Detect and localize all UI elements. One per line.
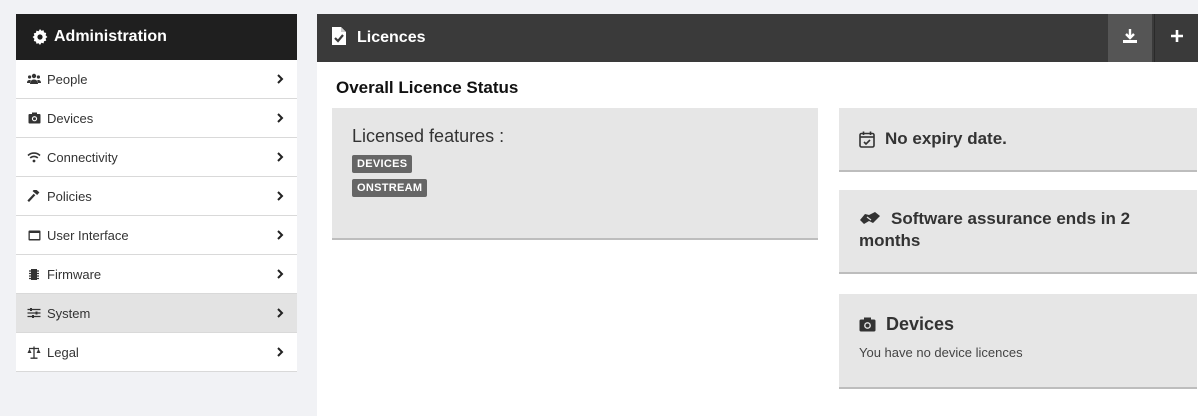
licence-file-icon [331, 26, 347, 51]
sidebar-item-user-interface[interactable]: User Interface [16, 216, 297, 255]
handshake-icon [859, 210, 881, 226]
assurance-text: Software assurance ends in 2 months [859, 209, 1131, 250]
chevron-right-icon [275, 191, 285, 201]
plus-icon [1170, 29, 1184, 48]
licences-header: Licences [317, 14, 1198, 62]
sidebar-item-connectivity[interactable]: Connectivity [16, 138, 297, 177]
download-icon [1122, 28, 1138, 49]
sidebar-title: Administration [54, 28, 167, 45]
calendar-check-icon [859, 131, 875, 148]
scales-icon [27, 345, 41, 359]
sidebar-item-label: System [47, 305, 91, 321]
sidebar-item-label: People [47, 71, 88, 87]
sidebar-item-label: Legal [47, 344, 79, 360]
panel-title: Licences [357, 29, 426, 46]
chevron-right-icon [275, 113, 285, 123]
gavel-icon [27, 189, 41, 203]
licences-panel: Licences Overall Licence Status Licensed… [317, 14, 1198, 416]
chevron-right-icon [275, 269, 285, 279]
camera-icon [27, 111, 41, 125]
expiry-text: No expiry date. [885, 129, 1007, 148]
section-title: Overall Licence Status [336, 78, 519, 97]
sidebar-item-devices[interactable]: Devices [16, 99, 297, 138]
people-icon [27, 72, 41, 86]
sidebar-item-label: Policies [47, 188, 92, 204]
sidebar-item-policies[interactable]: Policies [16, 177, 297, 216]
licensed-features-card: Licensed features : DEVICES ONSTREAM [332, 108, 818, 240]
sidebar-item-firmware[interactable]: Firmware [16, 255, 297, 294]
devices-licence-card: Devices You have no device licences [839, 294, 1197, 389]
sliders-icon [27, 306, 41, 320]
devices-title: Devices [886, 314, 955, 334]
features-title: Licensed features : [352, 126, 505, 146]
chevron-right-icon [275, 152, 285, 162]
camera-icon [859, 317, 876, 332]
sidebar-item-label: Firmware [47, 266, 102, 282]
screen-icon [27, 228, 41, 242]
sidebar-item-people[interactable]: People [16, 60, 297, 99]
sidebar-item-label: Connectivity [47, 149, 118, 165]
download-button[interactable] [1108, 14, 1152, 62]
feature-badge: ONSTREAM [352, 179, 428, 197]
sidebar-item-system[interactable]: System [16, 294, 297, 333]
expiry-card: No expiry date. [839, 108, 1197, 172]
chevron-right-icon [275, 230, 285, 240]
sidebar-header: Administration [16, 14, 297, 60]
sidebar-item-legal[interactable]: Legal [16, 333, 297, 372]
admin-sidebar: Administration People Devices Connectivi… [16, 14, 297, 372]
chevron-right-icon [275, 308, 285, 318]
gear-icon [32, 29, 48, 45]
sidebar-item-label: User Interface [47, 227, 129, 243]
software-assurance-card: Software assurance ends in 2 months [839, 190, 1197, 274]
wifi-icon [27, 150, 41, 164]
chip-icon [27, 267, 41, 281]
sidebar-item-label: Devices [47, 110, 94, 126]
add-button[interactable] [1154, 14, 1198, 62]
chevron-right-icon [275, 74, 285, 84]
feature-badge: DEVICES [352, 155, 413, 173]
chevron-right-icon [275, 347, 285, 357]
devices-text: You have no device licences [859, 345, 1023, 360]
